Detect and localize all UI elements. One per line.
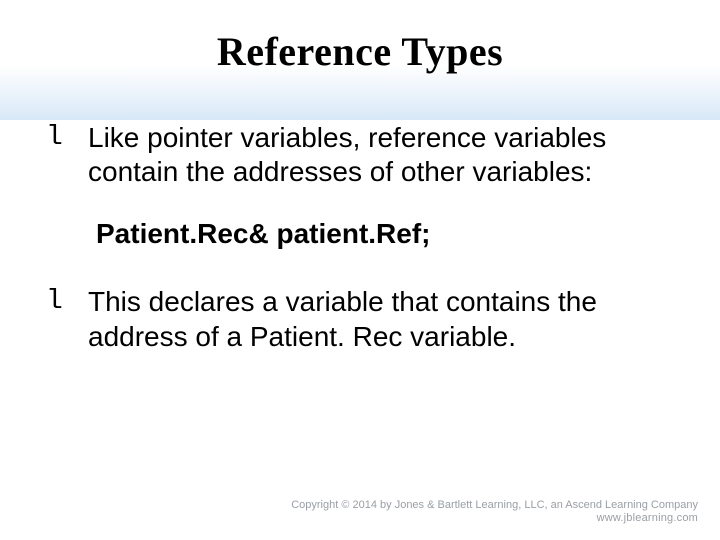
- bullet-text: Like pointer variables, reference variab…: [88, 121, 676, 189]
- bullet-text: This declares a variable that contains t…: [88, 285, 676, 353]
- code-example: Patient.Rec& patient.Ref;: [96, 217, 676, 251]
- bullet-item: l This declares a variable that contains…: [44, 285, 676, 353]
- bullet-marker: l: [44, 285, 88, 319]
- slide-footer: Copyright © 2014 by Jones & Bartlett Lea…: [291, 499, 698, 527]
- slide-content: Reference Types l Like pointer variables…: [0, 0, 720, 354]
- footer-url: www.jblearning.com: [291, 512, 698, 526]
- bullet-list: l Like pointer variables, reference vari…: [44, 121, 676, 354]
- slide-title: Reference Types: [44, 28, 676, 75]
- bullet-item: l Like pointer variables, reference vari…: [44, 121, 676, 189]
- bullet-marker: l: [44, 121, 88, 155]
- copyright-text: Copyright © 2014 by Jones & Bartlett Lea…: [291, 499, 698, 513]
